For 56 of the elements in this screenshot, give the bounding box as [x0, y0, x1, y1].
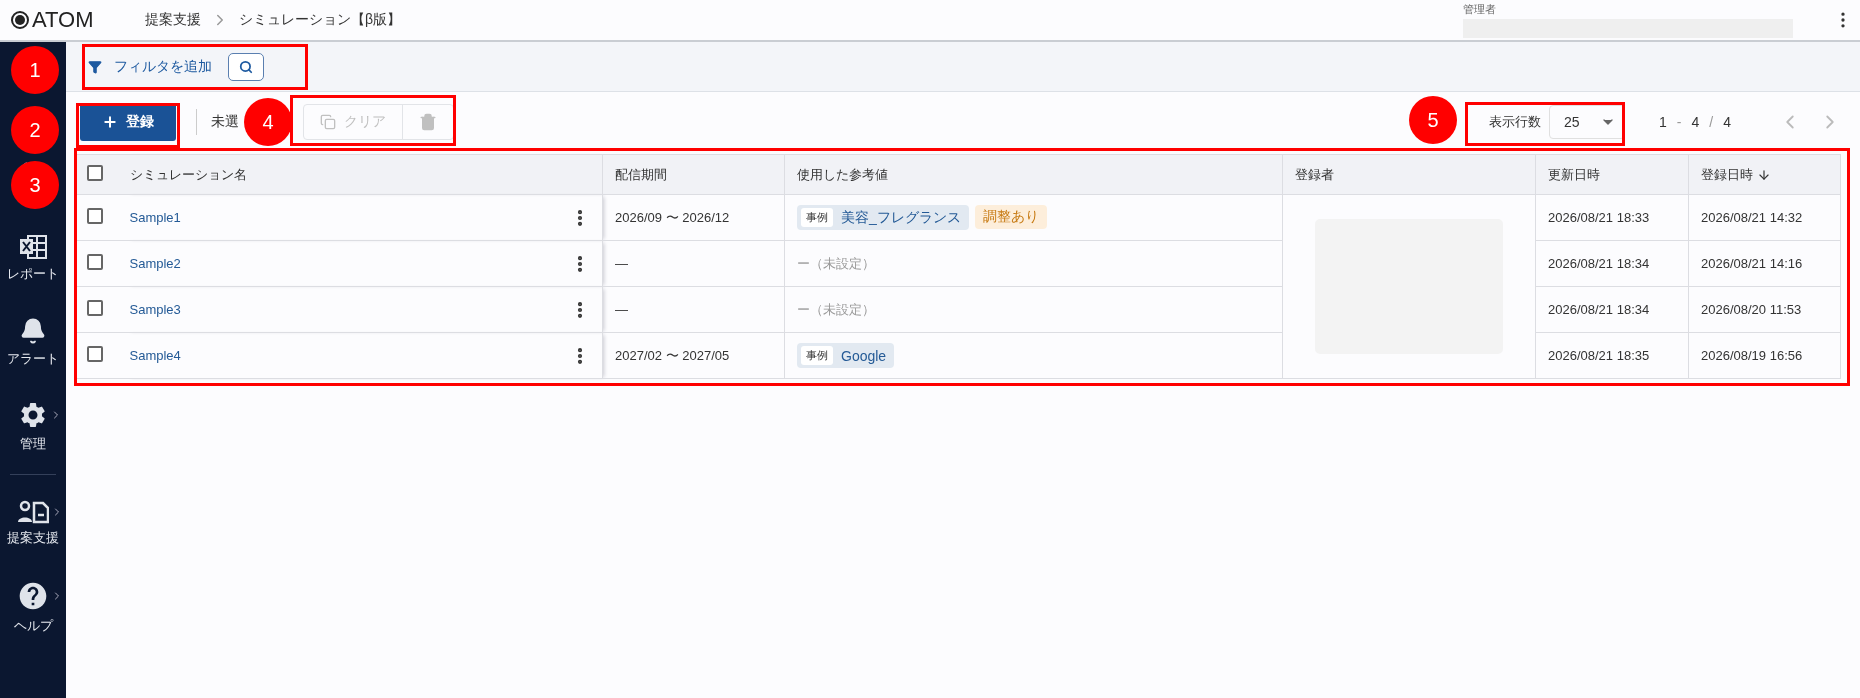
created-cell: 2026/08/21 14:16 — [1701, 256, 1803, 271]
adjusted-badge: 調整あり — [974, 205, 1047, 229]
copy-icon — [320, 114, 336, 130]
sidebar-item[interactable]: レポート — [7, 265, 59, 283]
row-checkbox[interactable] — [87, 346, 103, 362]
row-checkbox[interactable] — [87, 208, 103, 224]
select-all-checkbox[interactable] — [87, 165, 103, 181]
rows-per-page-label: 表示行数 — [1489, 113, 1542, 131]
created-cell: 2026/08/20 11:53 — [1701, 302, 1802, 317]
add-filter-button[interactable]: フィルタを追加 — [88, 57, 212, 76]
search-icon — [239, 59, 253, 74]
sidebar-item[interactable]: アラート — [7, 350, 59, 368]
page-range-text: 4 — [1723, 114, 1731, 130]
page-range-text: 1 — [1659, 114, 1667, 130]
logo-text: ATOM — [32, 7, 94, 33]
sidebar-item[interactable]: 管理 — [20, 435, 46, 453]
breadcrumb-item: シミュレーション【β版】 — [239, 11, 402, 29]
updated-cell: 2026/08/21 18:34 — [1548, 256, 1650, 271]
trash-icon — [419, 113, 437, 131]
page-range-text: 4 — [1691, 114, 1700, 130]
unset-text: ー（未設定） — [797, 255, 875, 271]
column-header[interactable]: シミュレーション名 — [129, 165, 247, 184]
plus-icon — [102, 114, 118, 130]
logo-icon — [10, 10, 30, 30]
row-checkbox[interactable] — [87, 300, 103, 316]
simulation-link[interactable]: Sample2 — [129, 256, 181, 271]
selection-text: 未選 — [211, 113, 239, 131]
simulation-link[interactable]: Sample3 — [129, 302, 181, 317]
sidebar-item[interactable]: ヘルプ — [13, 617, 53, 635]
unset-text: ー（未設定） — [797, 301, 875, 317]
sidebar-item[interactable]: 提案支援 — [7, 529, 59, 547]
period-cell: 2027/02 〜 2027/05 — [615, 347, 730, 363]
column-header[interactable]: 使用した参考値 — [797, 165, 888, 184]
period-cell: — — [615, 302, 628, 317]
column-header[interactable]: 更新日時 — [1548, 165, 1600, 184]
simulation-link[interactable]: Sample1 — [129, 210, 181, 225]
breadcrumb-item[interactable]: 提案支援 — [145, 11, 201, 29]
row-checkbox[interactable] — [87, 254, 103, 270]
filter-icon — [88, 59, 102, 74]
column-header[interactable]: 登録者 — [1295, 165, 1334, 184]
user-role: 管理者 — [1463, 2, 1497, 17]
period-cell: 2026/09 〜 2026/12 — [615, 209, 730, 225]
column-header[interactable]: 配信期間 — [615, 165, 667, 184]
updated-cell: 2026/08/21 18:34 — [1548, 302, 1650, 317]
updated-cell: 2026/08/21 18:35 — [1548, 348, 1650, 363]
search-button[interactable] — [228, 52, 264, 81]
period-cell: — — [615, 256, 628, 271]
simulation-link[interactable]: Sample4 — [129, 348, 181, 363]
person-document-icon — [17, 499, 49, 524]
created-cell: 2026/08/21 14:32 — [1701, 210, 1803, 225]
page-range-text: - — [1676, 114, 1682, 130]
updated-cell: 2026/08/21 18:33 — [1548, 210, 1650, 225]
reference-tag: 事例 美容_フレグランス — [797, 205, 969, 230]
reference-tag: 事例 Google — [797, 343, 895, 368]
page-range-text: / — [1709, 114, 1714, 130]
created-cell: 2026/08/19 16:56 — [1701, 348, 1803, 363]
